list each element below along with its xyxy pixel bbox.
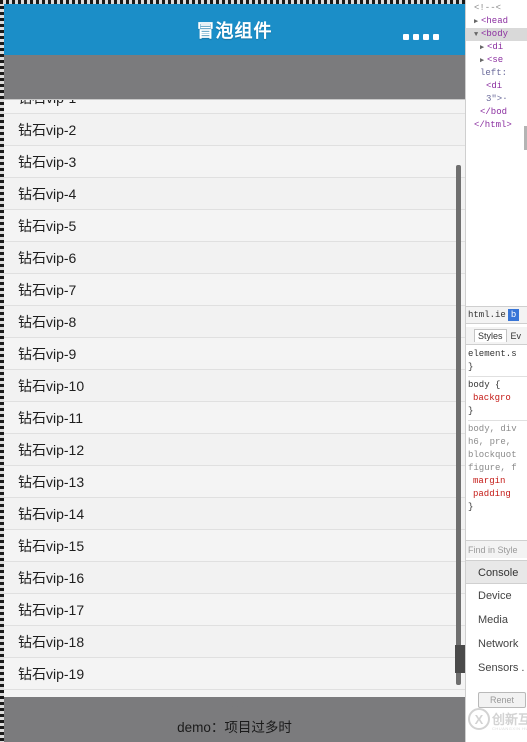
list-item[interactable]: 钻石vip-10 [4,370,465,402]
list-item[interactable]: 钻石vip-4 [4,178,465,210]
list-item[interactable]: 钻石vip-9 [4,338,465,370]
list-item[interactable]: 钻石vip-3 [4,146,465,178]
chevron-right-icon[interactable]: ▶ [480,55,487,67]
devtools-drawer[interactable]: Console Device Media Network Sensors . Renet [466,560,527,710]
devtools-panel: <!--< ▶ <head ▼ <body ▶ <di ▶ <se left: <di 3">· </b… [465,0,527,742]
dom-tree-line-text: <body [481,29,509,39]
styles-tab[interactable]: Ev [510,330,523,342]
devtools-breadcrumb[interactable]: html.ie b [466,306,527,324]
find-in-styles-input[interactable]: Find in Style [466,540,527,558]
css-line[interactable]: blockquot [468,449,527,462]
dom-tree-line[interactable]: <di [466,80,527,93]
dom-tree-line[interactable]: ▼ <body [466,28,527,41]
device-emulation-viewport: 冒泡组件 钻石vip-1钻石vip-2钻石vip-3钻石vip-4钻石vip-5… [0,0,465,742]
app-header-bar: 冒泡组件 [4,4,465,55]
list-item[interactable]: 钻石vip-14 [4,498,465,530]
drawer-item-media[interactable]: Media [466,608,527,632]
css-line[interactable]: } [468,361,527,374]
css-line[interactable]: padding [468,488,527,501]
css-line[interactable]: margin [468,475,527,488]
list-item[interactable]: 钻石vip-7 [4,274,465,306]
screen-root: 冒泡组件 钻石vip-1钻石vip-2钻石vip-3钻石vip-4钻石vip-5… [0,0,527,742]
list-item[interactable]: 钻石vip-8 [4,306,465,338]
css-line[interactable]: figure, f [468,462,527,475]
ruler-left [0,0,4,742]
dom-tree-line-text: <di [487,42,504,52]
drawer-item-console[interactable]: Console [466,560,527,584]
dom-tree-line-text: <!--< [474,3,502,13]
toast-text: demo：项目过多时 [177,719,292,735]
dom-tree-line-text: 3">· [486,94,508,104]
dom-tree-pane[interactable]: <!--< ▶ <head ▼ <body ▶ <di ▶ <se left: <di 3">· </b… [466,0,527,300]
dom-tree-line[interactable]: ▶ <head [466,15,527,28]
dot-4 [433,34,439,40]
dot-2 [413,34,419,40]
list-item[interactable]: 钻石vip-2 [4,114,465,146]
toast-bar: demo：项目过多时 [4,709,465,742]
dom-tree-line-text: <di [486,81,503,91]
dom-tree-line[interactable]: <!--< [466,2,527,15]
list-item[interactable]: 钻石vip-11 [4,402,465,434]
dom-tree-line-text: <head [481,16,509,26]
dom-tree-line-text: </bod [480,107,508,117]
page-title: 冒泡组件 [196,20,273,41]
drawer-item-sensors[interactable]: Sensors . [466,656,527,680]
css-line[interactable]: body, div [468,423,527,436]
list-item[interactable]: 钻石vip-12 [4,434,465,466]
list-item[interactable]: 钻石vip-15 [4,530,465,562]
dom-tree-line[interactable]: </bod [466,106,527,119]
dom-tree-line-text: </html> [474,120,512,130]
list-item[interactable]: 钻石vip-17 [4,594,465,626]
drawer-item-network[interactable]: Network [466,632,527,656]
css-line[interactable]: } [468,501,527,514]
ruler-top [0,0,465,4]
styles-tabbar[interactable]: Styles Ev [466,327,527,345]
list-item[interactable]: 钻石vip-6 [4,242,465,274]
watermark-logo-icon: X [468,708,490,730]
dom-tree-line-text: <se [487,55,504,65]
dom-tree-line[interactable]: ▶ <se [466,54,527,67]
vip-list-panel[interactable]: 钻石vip-1钻石vip-2钻石vip-3钻石vip-4钻石vip-5钻石vip… [4,99,465,697]
list-item[interactable]: 钻石vip-18 [4,626,465,658]
css-rules-pane[interactable]: element.s} body {backgro} body, div h6, pre… [466,346,527,536]
chevron-right-icon[interactable]: ▶ [474,16,481,28]
drawer-item-device[interactable]: Device [466,584,527,608]
dom-tree-line[interactable]: 3">· [466,93,527,106]
chevron-down-icon[interactable]: ▼ [474,29,481,41]
dot-1 [403,34,409,40]
list-item[interactable]: 钻石vip-13 [4,466,465,498]
dom-tree-line-text: left: [480,68,508,78]
devtools-dark-chip [455,645,465,673]
more-options-icon[interactable] [403,34,439,40]
dot-3 [423,34,429,40]
toast-bubble: demo：项目过多时 [4,700,465,742]
list-item[interactable]: 钻石vip-16 [4,562,465,594]
breadcrumb-item-body[interactable]: b [507,309,520,321]
list-item[interactable]: 钻石vip-19 [4,658,465,690]
dom-tree-line[interactable]: ▶ <di [466,41,527,54]
chevron-right-icon[interactable]: ▶ [480,42,487,54]
css-line[interactable]: body { [468,379,527,392]
dom-tree-line[interactable]: left: [466,67,527,80]
vip-list-inner: 钻石vip-1钻石vip-2钻石vip-3钻石vip-4钻石vip-5钻石vip… [4,100,465,690]
css-line[interactable]: h6, pre, [468,436,527,449]
dom-tree-line[interactable]: </html> [466,119,527,132]
list-scrollbar-thumb[interactable] [456,165,461,685]
css-rule-separator [468,420,527,421]
list-scrollbar[interactable] [455,99,463,697]
css-line[interactable]: } [468,405,527,418]
css-line[interactable]: backgro [468,392,527,405]
styles-tab[interactable]: Styles [474,329,507,342]
list-item[interactable]: 钻石vip-1 [4,100,465,114]
css-rule-separator [468,376,527,377]
breadcrumb-item-html[interactable]: html.ie [466,310,508,320]
css-line[interactable]: element.s [468,348,527,361]
list-item[interactable]: 钻石vip-5 [4,210,465,242]
watermark: X 创新互联 CHUANGXIN HULIAN [468,700,527,742]
toast-arrow-icon [223,700,246,709]
watermark-subtext: CHUANGXIN HULIAN [492,726,527,731]
